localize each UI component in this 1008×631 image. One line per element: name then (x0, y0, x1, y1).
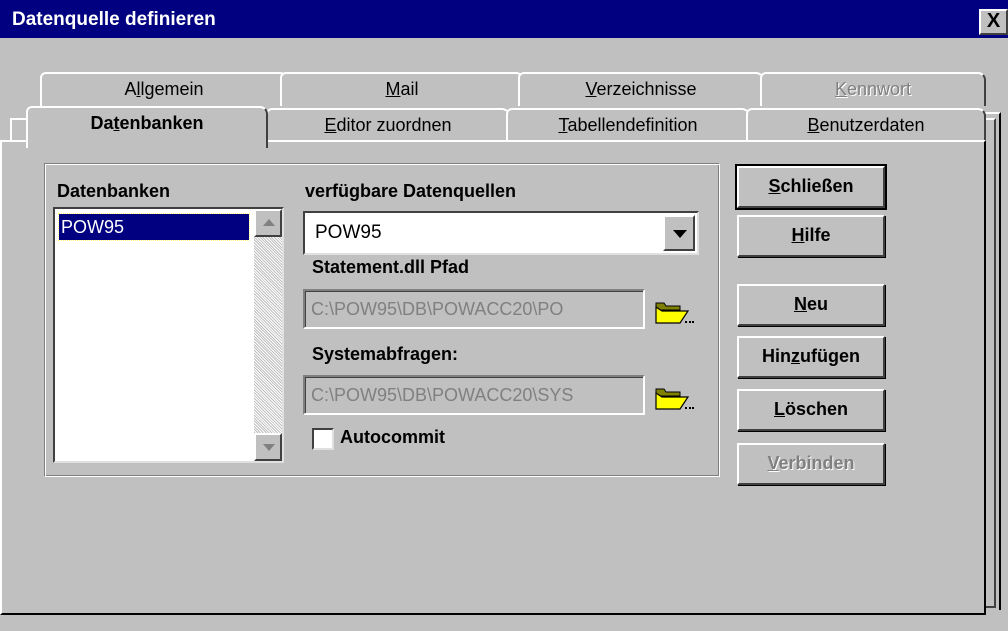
button-label: ufügen (800, 346, 860, 366)
datasource-selected-value: POW95 (315, 222, 382, 243)
databases-label: Datenbanken (57, 181, 171, 201)
tab-label-part: erzeichnisse (596, 79, 697, 99)
datasource-combobox[interactable]: POW95 (303, 211, 699, 255)
tab-label-part: enbanken (119, 113, 204, 133)
button-label: ilfe (804, 225, 831, 245)
button-accel: z (791, 346, 800, 366)
statement-dll-label: Statement.dll Pfad (312, 257, 470, 277)
scroll-down-arrow-icon (263, 444, 275, 451)
button-accel: V (767, 453, 779, 473)
tab-label-accel: M (385, 79, 401, 99)
button-accel: N (793, 294, 807, 314)
button-label: öschen (784, 399, 849, 419)
button-label: eu (806, 294, 828, 314)
new-button[interactable]: Neu (737, 284, 885, 326)
system-queries-path-field: C:\POW95\DB\POWACC20\SYS (303, 375, 645, 415)
title-bar: Datenquelle definieren X (0, 0, 1008, 38)
button-label: chließen (780, 176, 854, 196)
connect-button: Verbinden (737, 443, 885, 485)
statement-dll-path-field: C:\POW95\DB\POWACC20\PO (303, 289, 645, 329)
tab-label-accel: B (807, 115, 820, 135)
tab-tabellendefinition[interactable]: Tabellendefinition (506, 108, 750, 142)
tab-label-part: lgemein (140, 79, 204, 99)
add-button[interactable]: Hinzufügen (737, 336, 885, 378)
dropdown-button[interactable] (663, 215, 695, 251)
tab-label-part: ennwort (846, 79, 912, 99)
close-button[interactable]: Schließen (735, 164, 887, 210)
databases-listbox[interactable]: POW95 (53, 207, 284, 463)
tab-allgemein[interactable]: Allgemein (40, 72, 288, 106)
button-accel: L (773, 399, 785, 419)
tab-label-part: Da (90, 113, 114, 133)
scroll-up-arrow-icon (263, 219, 275, 226)
open-folder-icon (655, 388, 694, 410)
button-accel: H (791, 225, 805, 245)
close-window-button[interactable]: X (979, 9, 1008, 35)
scroll-down-button[interactable] (254, 433, 282, 461)
tab-label-part: ditor zuordnen (336, 115, 452, 135)
tab-verzeichnisse[interactable]: Verzeichnisse (518, 72, 764, 106)
tab-label-part: abellendefinition (567, 115, 698, 135)
autocommit-label[interactable]: Autocommit (340, 427, 445, 448)
help-button[interactable]: Hilfe (737, 215, 885, 257)
scroll-up-button[interactable] (254, 209, 282, 237)
button-label: Hin (762, 346, 791, 366)
browse-system-queries-button[interactable] (650, 377, 696, 417)
tab-kennwort: Kennwort (760, 72, 986, 106)
tab-label-part: ail (400, 79, 419, 99)
tab-label-accel: K (834, 79, 847, 99)
tab-editor-zuordnen[interactable]: Editor zuordnen (266, 108, 510, 142)
tab-datenbanken[interactable]: Datenbanken (26, 106, 268, 148)
tab-benutzerdaten[interactable]: Benutzerdaten (746, 108, 986, 142)
browse-statement-dll-button[interactable] (650, 291, 696, 331)
listbox-scrollbar[interactable] (254, 209, 282, 461)
tab-mail[interactable]: Mail (280, 72, 524, 106)
tab-label-accel: V (585, 79, 597, 99)
list-item[interactable]: POW95 (58, 213, 250, 241)
tab-label-part: A (124, 79, 137, 99)
window-title: Datenquelle definieren (12, 9, 216, 30)
delete-button[interactable]: Löschen (737, 389, 885, 431)
open-folder-icon (655, 302, 694, 324)
tab-label-accel: E (324, 115, 337, 135)
button-accel: S (768, 176, 781, 196)
chevron-down-icon (673, 230, 687, 238)
system-queries-label: Systemabfragen: (312, 344, 459, 364)
tab-label-part: enutzerdaten (819, 115, 925, 135)
datasources-label: verfügbare Datenquellen (305, 181, 517, 201)
autocommit-checkbox[interactable] (312, 428, 334, 450)
button-label: erbinden (778, 453, 855, 473)
